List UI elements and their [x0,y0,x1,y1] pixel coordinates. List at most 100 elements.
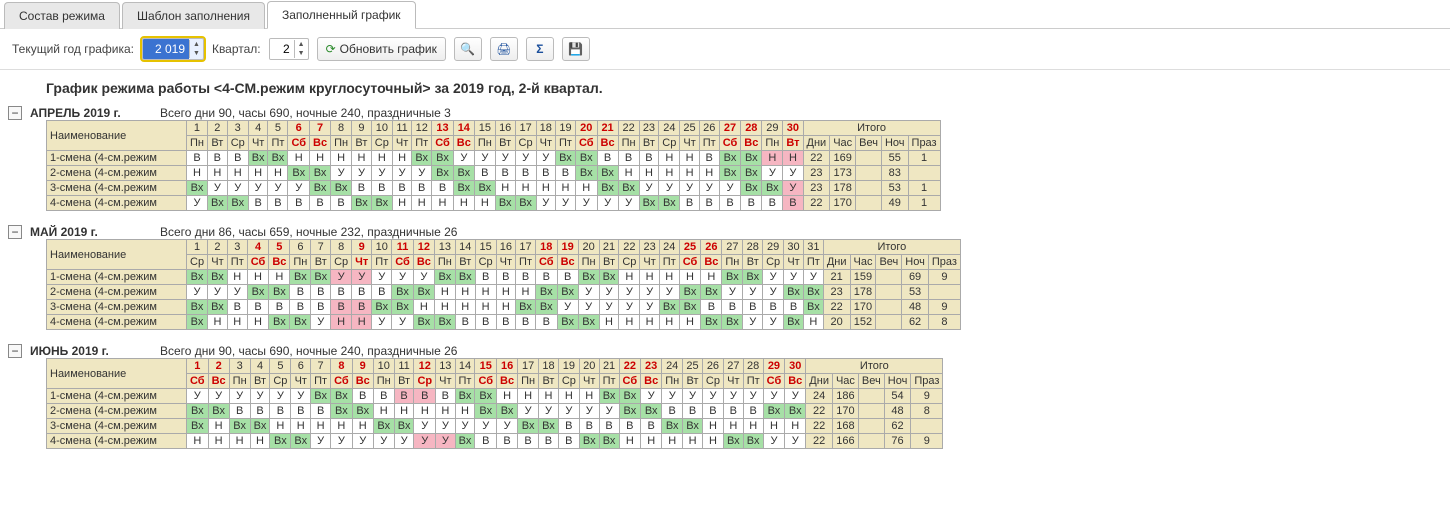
shift-cell[interactable]: Н [208,434,229,449]
shift-cell[interactable]: В [270,404,291,419]
shift-cell[interactable]: Н [247,315,269,330]
shift-cell[interactable]: Н [496,285,515,300]
shift-cell[interactable]: Вх [762,181,783,196]
shift-cell[interactable]: Н [227,270,247,285]
shift-cell[interactable]: Н [373,404,394,419]
shift-cell[interactable]: У [743,315,763,330]
shift-cell[interactable]: В [412,181,432,196]
shift-cell[interactable]: Н [455,285,475,300]
shift-cell[interactable]: Н [414,404,436,419]
shift-cell[interactable]: Н [599,315,619,330]
shift-cell[interactable]: В [352,389,373,404]
shift-cell[interactable]: Вх [291,434,311,449]
shift-cell[interactable]: Вх [597,166,618,181]
shift-cell[interactable]: В [619,419,641,434]
shift-cell[interactable]: Вх [618,181,639,196]
tree-toggle[interactable]: − [8,225,22,239]
shift-cell[interactable]: Н [432,196,454,211]
shift-cell[interactable]: Вх [270,434,291,449]
shift-cell[interactable]: Вх [683,419,703,434]
shift-cell[interactable]: Н [702,419,723,434]
shift-cell[interactable]: В [288,196,310,211]
shift-cell[interactable]: У [539,404,559,419]
shift-cell[interactable]: В [719,196,741,211]
quarter-input[interactable] [270,39,294,59]
shift-cell[interactable]: Н [555,181,575,196]
shift-cell[interactable]: У [187,196,208,211]
shift-cell[interactable]: У [207,181,227,196]
shift-cell[interactable]: В [579,419,599,434]
shift-cell[interactable]: Вх [659,300,679,315]
shift-cell[interactable]: Вх [187,404,209,419]
shift-cell[interactable]: В [597,151,618,166]
shift-cell[interactable]: У [187,285,208,300]
shift-cell[interactable]: Вх [579,434,599,449]
shift-cell[interactable]: Вх [722,270,743,285]
shift-cell[interactable]: У [763,285,784,300]
shift-cell[interactable]: Вх [208,300,228,315]
shift-cell[interactable]: Н [371,151,392,166]
shift-cell[interactable]: Вх [784,315,804,330]
shift-cell[interactable]: Вх [455,389,475,404]
shift-cell[interactable]: В [311,404,331,419]
shift-cell[interactable]: Вх [763,404,785,419]
shift-cell[interactable]: Вх [785,404,806,419]
shift-cell[interactable]: Н [229,434,250,449]
shift-cell[interactable]: В [496,315,515,330]
shift-cell[interactable]: У [702,389,723,404]
shift-cell[interactable]: У [597,196,618,211]
shift-cell[interactable]: В [227,151,248,166]
shift-cell[interactable]: Вх [290,270,311,285]
shift-cell[interactable]: У [784,270,804,285]
shift-cell[interactable]: Н [208,419,229,434]
shift-cell[interactable]: У [270,389,291,404]
shift-cell[interactable]: В [701,300,722,315]
shift-cell[interactable]: Н [475,285,496,300]
shift-cell[interactable]: Вх [453,181,474,196]
shift-cell[interactable]: У [229,389,250,404]
shift-cell[interactable]: В [495,166,515,181]
shift-cell[interactable]: Вх [227,196,248,211]
shift-cell[interactable]: У [352,434,373,449]
shift-cell[interactable]: Вх [352,196,372,211]
shift-cell[interactable]: Вх [371,196,392,211]
shift-cell[interactable]: Н [679,270,701,285]
shift-cell[interactable]: В [699,151,719,166]
shift-cell[interactable]: В [474,166,495,181]
shift-cell[interactable]: Н [270,419,291,434]
shift-cell[interactable]: Н [536,181,555,196]
shift-cell[interactable]: В [723,404,743,419]
shift-cell[interactable]: Н [455,404,475,419]
shift-cell[interactable]: В [207,151,227,166]
year-up[interactable]: ▲ [190,40,203,49]
shift-cell[interactable]: Вх [535,300,557,315]
shift-cell[interactable]: Н [680,166,699,181]
shift-cell[interactable]: У [208,285,228,300]
shift-cell[interactable]: У [659,285,679,300]
shift-cell[interactable]: Вх [659,196,680,211]
shift-cell[interactable]: У [640,300,659,315]
shift-cell[interactable]: Н [659,270,679,285]
shift-cell[interactable]: У [763,315,784,330]
shift-cell[interactable]: Вх [597,181,618,196]
tree-toggle[interactable]: − [8,106,22,120]
shift-cell[interactable]: Вх [310,166,331,181]
shift-cell[interactable]: У [639,181,659,196]
shift-cell[interactable]: У [413,270,434,285]
shift-cell[interactable]: Н [699,166,719,181]
shift-cell[interactable]: В [290,285,311,300]
shift-cell[interactable]: Вх [247,285,269,300]
shift-cell[interactable]: Вх [555,151,575,166]
shift-cell[interactable]: Вх [392,285,414,300]
shift-cell[interactable]: В [310,196,331,211]
shift-cell[interactable]: В [291,404,311,419]
shift-cell[interactable]: Н [495,181,515,196]
shift-cell[interactable]: Вх [453,166,474,181]
shift-cell[interactable]: Вх [516,300,536,315]
shift-cell[interactable]: У [436,419,455,434]
shift-cell[interactable]: Вх [743,434,763,449]
shift-cell[interactable]: В [352,285,372,300]
shift-cell[interactable]: Вх [269,315,290,330]
shift-cell[interactable]: Вх [679,285,701,300]
shift-cell[interactable]: Вх [578,315,599,330]
